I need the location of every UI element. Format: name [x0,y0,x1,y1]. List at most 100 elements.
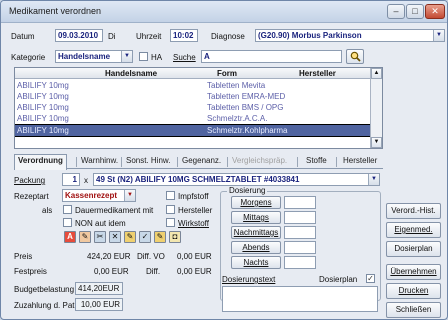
list-item[interactable]: ABILIFY 10mg Tabletten Mevita [15,80,371,91]
font-a-icon[interactable]: A [64,231,76,243]
list-item-selected[interactable]: ABILIFY 10mg Schmelztr.Kohlpharma [15,124,372,137]
list-item[interactable]: ABILIFY 10mg Tabletten BMS / OPG [15,102,371,113]
list-scrollbar[interactable]: ▲ ▼ [370,68,382,148]
search-icon [350,51,361,62]
ha-checkbox[interactable] [139,52,148,61]
mittags-input[interactable] [284,211,316,224]
tab-separator [336,157,337,167]
scroll-up-icon[interactable]: ▲ [371,68,382,79]
abends-label: Abends [242,243,270,252]
mittags-label: Mittags [243,213,269,222]
non-aut-idem-label: NON aut idem [75,219,126,228]
impfstoff-checkbox[interactable] [166,191,175,200]
packung-label: Packung [14,176,46,185]
nachts-button[interactable]: Nachts [231,256,281,269]
morgens-input[interactable] [284,196,316,209]
dauermedikament-checkbox[interactable] [63,205,72,214]
diagnose-label: Diagnose [211,32,245,41]
eigenmed-label: Eigenmed. [394,225,433,234]
dosierplan-checkbox[interactable]: ✓ [366,274,375,283]
title-bar[interactable]: Medikament verordnen – □ ✕ [1,1,447,23]
packung-value: 49 St (N2) ABILIFY 10MG SCHMELZTABLET #4… [96,175,300,184]
column-header-handelsname[interactable]: Handelsname [105,69,157,78]
als-label: als [42,206,53,215]
dosierungstext-label: Dosierungstext [222,275,276,284]
lock-icon[interactable]: ◘ [169,231,181,243]
dosierungstext-input[interactable] [222,286,378,312]
list-item[interactable]: ABILIFY 10mg Schmelztr.A.C.A. [15,113,371,124]
mittags-button[interactable]: Mittags [231,211,281,224]
abends-input[interactable] [284,241,316,254]
eigenmed-button[interactable]: Eigenmed. [386,222,441,238]
cut-icon[interactable]: ✂ [94,231,106,243]
festpreis-label: Festpreis [14,267,47,276]
minimize-button[interactable]: – [387,4,405,19]
list-item[interactable]: ABILIFY 10mg Tabletten EMRA-MED [15,91,371,102]
drucken-button[interactable]: Drucken [386,283,441,299]
diagnose-select[interactable]: (G20.90) Morbus Parkinson ▼ [255,29,445,42]
tab-sonstige-hinweise[interactable]: Sonst. Hinw. [123,155,173,169]
dauermedikament-label: Dauermedikament mit [75,206,154,215]
chevron-down-icon: ▼ [368,174,379,185]
rezeptart-select[interactable]: Kassenrezept ▼ [62,189,136,202]
preis-label: Preis [14,252,33,261]
list-item-name: ABILIFY 10mg [17,81,69,90]
column-header-hersteller[interactable]: Hersteller [299,69,336,78]
dosierplan-button[interactable]: Dosierplan [386,241,441,257]
packung-select[interactable]: 49 St (N2) ABILIFY 10MG SCHMELZTABLET #4… [93,173,380,186]
tab-hersteller[interactable]: Hersteller [340,155,380,169]
morgens-button[interactable]: Morgens [231,196,281,209]
kategorie-select[interactable]: Handelsname ▼ [55,50,133,63]
tab-gegenanzeigen[interactable]: Gegenanz. [179,155,224,169]
list-item-form: Schmelztr.Kohlpharma [207,126,288,135]
tab-separator [121,157,122,167]
zuzahlung-value: 10,00 EUR [75,298,123,311]
nachmittags-input[interactable] [284,226,316,239]
list-item-name: ABILIFY 10mg [17,126,69,135]
marker-icon[interactable]: ✎ [124,231,136,243]
kategorie-label: Kategorie [11,53,46,62]
diagnose-value: (G20.90) Morbus Parkinson [258,31,362,40]
diff-vo-value: 0,00 EUR [177,252,212,261]
cross-icon[interactable]: ✕ [109,231,121,243]
diff-value: 0,00 EUR [177,267,212,276]
list-item-name: ABILIFY 10mg [17,114,69,123]
datum-label: Datum [11,32,35,41]
search-button[interactable] [346,49,364,64]
medication-list[interactable]: Handelsname Form Hersteller ABILIFY 10mg… [14,67,383,149]
impfstoff-label: Impfstoff [178,192,209,201]
close-button[interactable]: ✕ [425,4,445,19]
list-item-name: ABILIFY 10mg [17,92,69,101]
pencil-icon[interactable]: ✎ [79,231,91,243]
maximize-button[interactable]: □ [406,4,424,19]
wirkstoff-checkbox[interactable] [166,218,175,227]
suche-input[interactable]: A [201,50,342,63]
uebernehmen-label: Übernehmen [390,267,437,276]
verord-hist-button[interactable]: Verord.-Hist. [386,203,441,219]
scroll-down-icon[interactable]: ▼ [371,137,382,148]
list-item-form: Tabletten EMRA-MED [207,92,286,101]
uhrzeit-field[interactable]: 10:02 [170,29,198,42]
budget-value: 414,20EUR [75,282,123,295]
nachts-input[interactable] [284,256,316,269]
schliessen-button[interactable]: Schließen [386,302,441,318]
hersteller-label: Hersteller [178,206,213,215]
chevron-down-icon: ▼ [121,51,132,62]
hersteller-checkbox[interactable] [166,205,175,214]
dosierung-group-label: Dosierung [227,186,268,195]
wirkstoff-label: Wirkstoff [178,219,209,228]
list-item-form: Schmelztr.A.C.A. [207,114,268,123]
nachmittags-button[interactable]: Nachmittags [231,226,281,239]
packung-quantity-input[interactable]: 1 [62,173,80,186]
diff-label: Diff. [146,267,161,276]
datum-field[interactable]: 09.03.2010 [55,29,103,42]
column-header-form[interactable]: Form [217,69,237,78]
check-icon[interactable]: ✓ [139,231,151,243]
tab-verordnung[interactable]: Verordnung [14,154,67,170]
non-aut-idem-checkbox[interactable] [63,218,72,227]
uebernehmen-button[interactable]: Übernehmen [386,264,441,280]
tab-stoffe[interactable]: Stoffe [303,155,330,169]
highlight-icon[interactable]: ✎ [154,231,166,243]
tab-warnhinweise[interactable]: Warnhinw. [78,155,121,169]
abends-button[interactable]: Abends [231,241,281,254]
